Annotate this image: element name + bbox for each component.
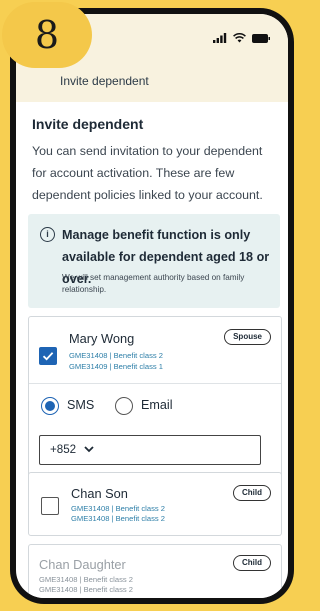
policy-line: GME31408 | Benefit class 2 xyxy=(69,351,163,360)
info-circle-icon: i xyxy=(40,227,55,242)
email-radio[interactable] xyxy=(115,397,133,415)
sms-radio[interactable] xyxy=(41,397,59,415)
step-number-badge: 8 xyxy=(2,2,92,68)
relationship-badge: Spouse xyxy=(224,329,271,345)
page-title: Invite dependent xyxy=(32,116,144,132)
page-description: You can send invitation to your dependen… xyxy=(32,144,263,202)
dependent-name: Chan Daughter xyxy=(39,557,126,572)
dependent-name: Chan Son xyxy=(71,486,128,501)
policy-line: GME31408 | Benefit class 2 xyxy=(71,514,165,523)
sms-label: SMS xyxy=(67,398,95,412)
dependent-checkbox[interactable] xyxy=(39,347,57,365)
phone-frame: Invite dependent Invite dependent You ca… xyxy=(10,8,294,604)
dependent-card: Chan Son GME31408 | Benefit class 2 GME3… xyxy=(28,472,282,536)
status-bar xyxy=(213,33,270,43)
policy-line: GME31408 | Benefit class 2 xyxy=(39,585,133,594)
policy-line: GME31408 | Benefit class 2 xyxy=(39,575,133,584)
info-note: We will set management authority based o… xyxy=(62,273,245,294)
policy-line: GME31409 | Benefit class 1 xyxy=(69,362,163,371)
info-box: i Manage benefit function is only availa… xyxy=(28,214,280,308)
relationship-badge: Child xyxy=(233,555,271,571)
dependent-card: Mary Wong GME31408 | Benefit class 2 GME… xyxy=(28,316,282,480)
dependent-name: Mary Wong xyxy=(69,331,135,346)
divider xyxy=(29,383,281,384)
signal-icon xyxy=(213,33,227,43)
email-label: Email xyxy=(141,398,173,412)
dependent-checkbox[interactable] xyxy=(41,497,59,515)
policy-line: GME31408 | Benefit class 2 xyxy=(71,504,165,513)
country-code-select[interactable]: +852 xyxy=(39,435,261,465)
country-code-value: +852 xyxy=(50,443,77,456)
dependent-card: Chan Daughter GME31408 | Benefit class 2… xyxy=(28,544,282,598)
wifi-icon xyxy=(233,33,246,43)
header-title: Invite dependent xyxy=(60,74,149,88)
relationship-badge: Child xyxy=(233,485,271,501)
battery-icon xyxy=(252,33,270,43)
screen: Invite dependent Invite dependent You ca… xyxy=(16,14,288,598)
chevron-down-icon xyxy=(84,442,94,456)
